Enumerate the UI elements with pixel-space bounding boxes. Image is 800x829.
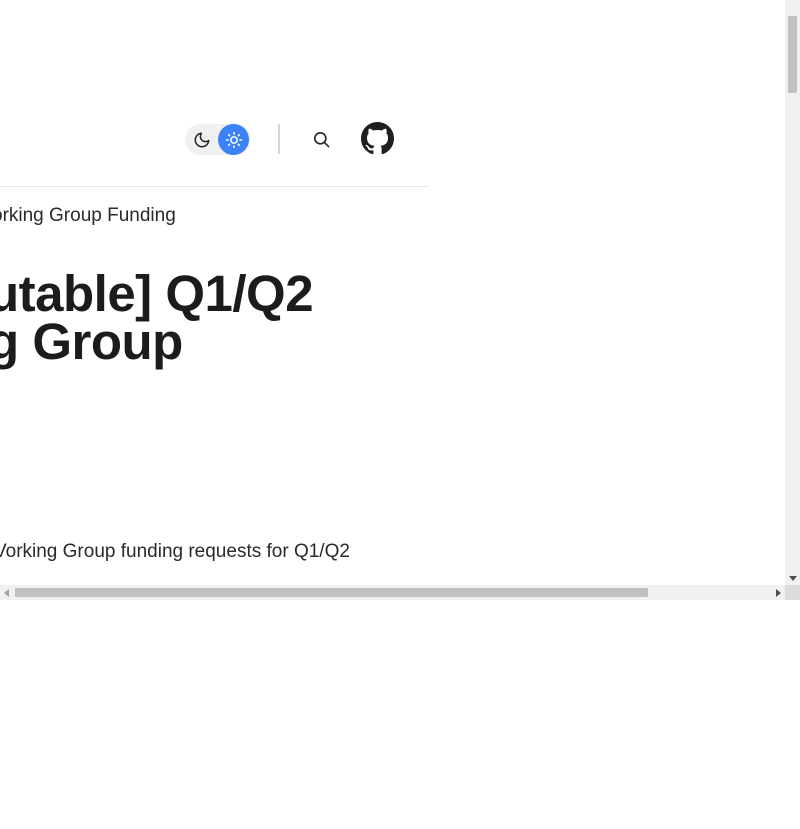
search-button[interactable] [308,126,334,152]
moon-icon [194,132,209,147]
header-bottom-border [0,186,429,187]
github-icon [361,122,394,155]
theme-toggle[interactable] [185,124,251,155]
page-description: Vorking Group funding requests for Q1/Q2 [0,541,350,562]
scrollbar-corner [785,585,800,600]
sun-icon [225,131,242,148]
dark-mode-option[interactable] [186,124,217,155]
scroll-down-arrow-icon[interactable] [789,576,797,581]
github-link[interactable] [361,122,394,155]
browser-viewport: orking Group Funding utable] Q1/Q2 g Gro… [0,0,800,600]
header-divider [278,124,280,154]
light-mode-option[interactable] [218,124,249,155]
horizontal-scrollbar[interactable] [0,585,785,600]
page-title-line-2: g Group [0,313,183,370]
scroll-right-arrow-icon[interactable] [776,589,781,597]
vertical-scrollbar[interactable] [785,0,800,585]
vertical-scrollbar-thumb[interactable] [788,16,797,93]
scroll-left-arrow-icon[interactable] [4,589,9,597]
page-content: orking Group Funding utable] Q1/Q2 g Gro… [0,0,785,585]
page-title: utable] Q1/Q2 g Group [0,268,314,367]
horizontal-scrollbar-thumb[interactable] [15,588,648,597]
breadcrumb[interactable]: orking Group Funding [0,205,176,227]
search-icon [313,131,329,147]
